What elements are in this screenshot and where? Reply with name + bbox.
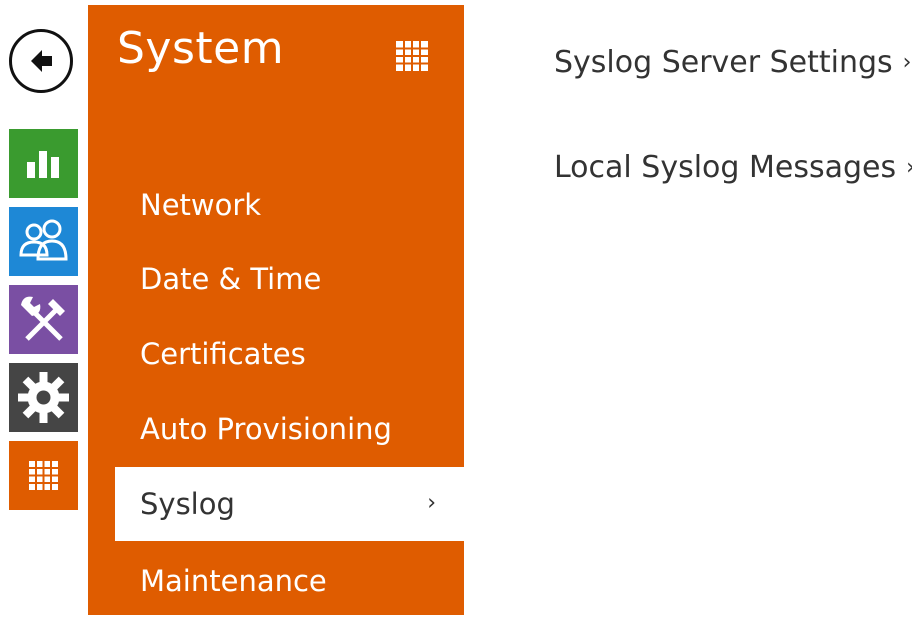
page-title: System	[117, 23, 285, 74]
rail-item-status[interactable]	[9, 129, 78, 198]
menu-item-network[interactable]: Network	[88, 169, 464, 241]
link-label: Syslog Server Settings	[554, 45, 893, 80]
local-syslog-messages-link[interactable]: Local Syslog Messages ›	[554, 150, 912, 185]
hardware-tools-icon	[9, 285, 78, 354]
directory-users-icon	[9, 207, 78, 276]
apps-grid-icon	[9, 441, 78, 510]
chevron-right-icon: ›	[427, 490, 436, 516]
link-label: Local Syslog Messages	[554, 150, 897, 185]
rail-item-system[interactable]	[9, 363, 78, 432]
system-gear-icon	[9, 363, 78, 432]
apps-grid-icon[interactable]	[396, 41, 428, 71]
system-menu-panel: System Network Date & Time Certificates …	[88, 5, 464, 615]
menu-item-label: Certificates	[140, 337, 306, 371]
arrow-left-icon	[31, 50, 52, 72]
menu-item-maintenance[interactable]: Maintenance	[88, 545, 464, 617]
status-chart-icon	[9, 129, 78, 198]
menu-item-syslog[interactable]: Syslog ›	[115, 467, 464, 541]
chevron-right-icon: ›	[906, 155, 912, 180]
menu-item-label: Syslog	[140, 487, 235, 521]
menu-item-label: Auto Provisioning	[140, 412, 392, 446]
syslog-server-settings-link[interactable]: Syslog Server Settings ›	[554, 45, 911, 80]
rail-item-directory[interactable]	[9, 207, 78, 276]
menu-item-label: Date & Time	[140, 262, 322, 296]
rail-item-hardware[interactable]	[9, 285, 78, 354]
menu-item-label: Network	[140, 188, 262, 222]
menu-item-certificates[interactable]: Certificates	[88, 318, 464, 390]
rail-item-apps[interactable]	[9, 441, 78, 510]
menu-item-date-time[interactable]: Date & Time	[88, 243, 464, 315]
back-button[interactable]	[9, 29, 73, 93]
chevron-right-icon: ›	[902, 50, 912, 75]
menu-item-auto-provisioning[interactable]: Auto Provisioning	[88, 393, 464, 465]
menu-item-label: Maintenance	[140, 564, 327, 598]
